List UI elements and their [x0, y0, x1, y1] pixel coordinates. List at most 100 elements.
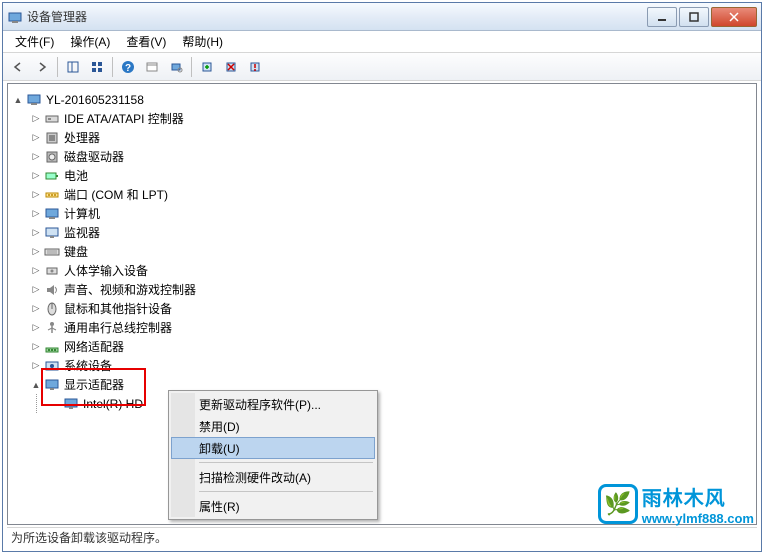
expand-icon[interactable]: ▷ [30, 265, 42, 277]
expand-icon[interactable]: ▷ [30, 246, 42, 258]
node-label: 鼠标和其他指针设备 [64, 300, 172, 317]
expand-icon[interactable]: ▷ [30, 360, 42, 372]
tree-node[interactable]: ▷ 人体学输入设备 [30, 261, 752, 280]
device-manager-window: 设备管理器 文件(F) 操作(A) 查看(V) 帮助(H) ? ▲ [2, 2, 762, 552]
window-title: 设备管理器 [27, 8, 645, 25]
root-label: YL-201605231158 [46, 93, 144, 107]
node-label: 通用串行总线控制器 [64, 319, 172, 336]
context-menu-separator [199, 462, 373, 463]
menu-help[interactable]: 帮助(H) [174, 31, 231, 52]
ctx-scan-hardware[interactable]: 扫描检测硬件改动(A) [171, 466, 375, 488]
ctx-properties[interactable]: 属性(R) [171, 495, 375, 517]
expand-icon[interactable]: ▷ [30, 208, 42, 220]
help-button[interactable]: ? [117, 56, 139, 78]
device-category-icon [44, 206, 60, 222]
tree-node[interactable]: ▷处理器 [30, 128, 752, 147]
node-label: 计算机 [64, 205, 100, 222]
tree-node[interactable]: ▷键盘 [30, 242, 752, 261]
device-category-icon [44, 149, 60, 165]
expand-icon[interactable]: ▷ [30, 170, 42, 182]
svg-text:?: ? [125, 63, 131, 74]
tree-node-intel-hd[interactable]: ▷Intel(R) HD [49, 394, 752, 413]
device-category-icon [44, 225, 60, 241]
context-menu-separator [199, 491, 373, 492]
device-category-icon [44, 130, 60, 146]
toolbar-separator [191, 57, 192, 77]
device-category-icon [44, 301, 60, 317]
minimize-button[interactable] [647, 7, 677, 27]
device-category-icon [44, 187, 60, 203]
watermark-logo-icon: 🌿 [598, 484, 638, 524]
device-category-icon [44, 168, 60, 184]
menu-file[interactable]: 文件(F) [7, 31, 62, 52]
tree-node[interactable]: ▷ 计算机 [30, 204, 752, 223]
tree-node-display-adapter[interactable]: ▲显示适配器 [30, 375, 752, 394]
node-label: 磁盘驱动器 [64, 148, 124, 165]
toolbar-separator [112, 57, 113, 77]
node-label: IDE ATA/ATAPI 控制器 [64, 110, 184, 127]
device-category-icon [44, 263, 60, 279]
scan-button[interactable] [165, 56, 187, 78]
toolbar-separator [57, 57, 58, 77]
tree-node[interactable]: ▷ 鼠标和其他指针设备 [30, 299, 752, 318]
tree-node[interactable]: ▷ 网络适配器 [30, 337, 752, 356]
node-label: 电池 [64, 167, 88, 184]
expand-icon[interactable]: ▷ [30, 284, 42, 296]
menubar: 文件(F) 操作(A) 查看(V) 帮助(H) [3, 31, 761, 53]
ctx-update-driver[interactable]: 更新驱动程序软件(P)... [171, 393, 375, 415]
device-category-icon [44, 282, 60, 298]
window-controls [645, 7, 757, 27]
collapse-icon[interactable]: ▲ [12, 94, 24, 106]
view-icon-button[interactable] [86, 56, 108, 78]
maximize-button[interactable] [679, 7, 709, 27]
tree-node[interactable]: ▷ 通用串行总线控制器 [30, 318, 752, 337]
expand-icon[interactable]: ▷ [30, 303, 42, 315]
tree-node[interactable]: ▷ 系统设备 [30, 356, 752, 375]
show-hide-button[interactable] [62, 56, 84, 78]
app-icon [7, 9, 23, 25]
close-button[interactable] [711, 7, 757, 27]
ctx-disable[interactable]: 禁用(D) [171, 415, 375, 437]
node-label: 系统设备 [64, 357, 112, 374]
disable-button[interactable] [244, 56, 266, 78]
tree-node[interactable]: ▷ 磁盘驱动器 [30, 147, 752, 166]
update-driver-button[interactable] [196, 56, 218, 78]
expand-icon[interactable]: ▷ [30, 189, 42, 201]
menu-action[interactable]: 操作(A) [62, 31, 118, 52]
device-tree: ▲ YL-201605231158 ▷ IDE ATA/ATAPI 控制器▷处理器… [8, 84, 756, 419]
expand-icon[interactable]: ▷ [30, 151, 42, 163]
forward-button[interactable] [31, 56, 53, 78]
back-button[interactable] [7, 56, 29, 78]
node-label: 网络适配器 [64, 338, 124, 355]
node-label: 端口 (COM 和 LPT) [64, 186, 168, 203]
ctx-uninstall[interactable]: 卸载(U) [171, 437, 375, 459]
tree-root[interactable]: ▲ YL-201605231158 [12, 90, 752, 109]
uninstall-button[interactable] [220, 56, 242, 78]
tree-panel: ▲ YL-201605231158 ▷ IDE ATA/ATAPI 控制器▷处理器… [7, 83, 757, 525]
titlebar: 设备管理器 [3, 3, 761, 31]
expand-icon[interactable]: ▷ [30, 322, 42, 334]
gpu-icon [63, 396, 79, 412]
status-text: 为所选设备卸载该驱动程序。 [11, 529, 167, 546]
tree-node[interactable]: ▷ IDE ATA/ATAPI 控制器 [30, 109, 752, 128]
expand-icon[interactable]: ▷ [30, 132, 42, 144]
expand-icon[interactable]: ▷ [30, 113, 42, 125]
tree-node[interactable]: ▷声音、视频和游戏控制器 [30, 280, 752, 299]
tree-node[interactable]: ▷监视器 [30, 223, 752, 242]
collapse-icon[interactable]: ▲ [30, 379, 42, 391]
node-label: 人体学输入设备 [64, 262, 148, 279]
watermark-brand: 雨林木风 [642, 482, 754, 511]
tree-node[interactable]: ▷ 电池 [30, 166, 752, 185]
device-category-icon [44, 358, 60, 374]
tree-children: ▷IDE ATA/ATAPI 控制器▷处理器▷磁盘驱动器▷电池▷端口 (COM … [12, 109, 752, 413]
tree-node[interactable]: ▷ 端口 (COM 和 LPT) [30, 185, 752, 204]
expand-icon[interactable]: ▷ [30, 341, 42, 353]
menu-view[interactable]: 查看(V) [118, 31, 174, 52]
toolbar: ? [3, 53, 761, 81]
node-label: Intel(R) HD [83, 397, 143, 411]
expand-icon[interactable]: ▷ [30, 227, 42, 239]
display-adapter-icon [44, 377, 60, 393]
watermark-url: www.ylmf888.com [642, 511, 754, 526]
properties-button[interactable] [141, 56, 163, 78]
watermark: 🌿 雨林木风 www.ylmf888.com [598, 482, 754, 526]
